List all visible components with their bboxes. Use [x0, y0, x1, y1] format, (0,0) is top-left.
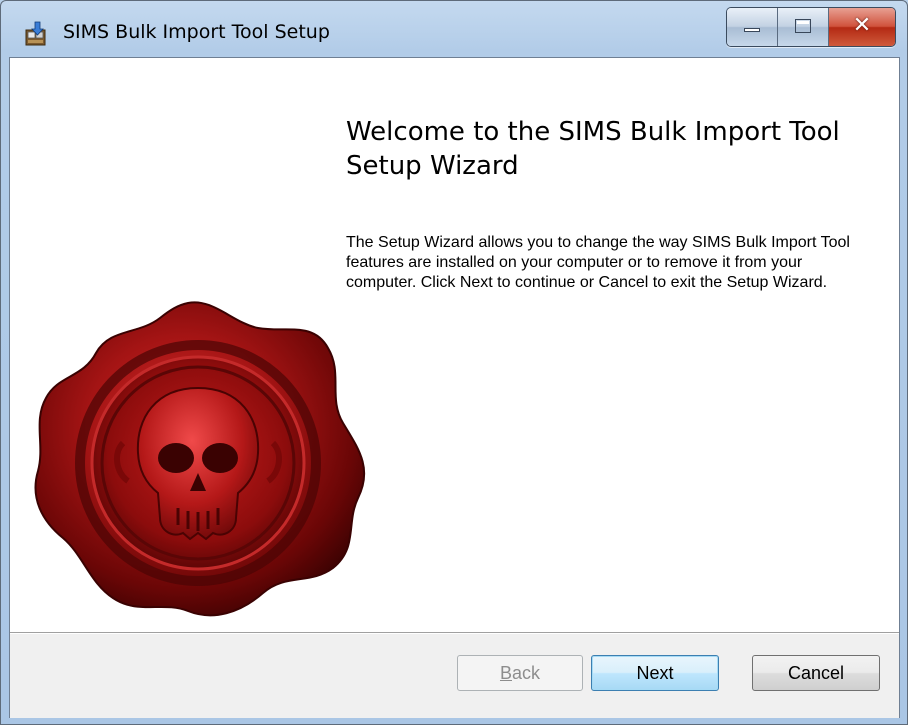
wizard-description: The Setup Wizard allows you to change th… — [346, 234, 850, 291]
wax-seal-skull-image — [34, 301, 366, 617]
maximize-icon — [795, 19, 811, 33]
back-button[interactable]: Back — [457, 655, 583, 691]
caption-buttons: ✕ — [726, 7, 896, 47]
close-icon: ✕ — [852, 13, 872, 38]
title-bar[interactable]: SIMS Bulk Import Tool Setup ✕ — [1, 1, 907, 57]
close-button[interactable]: ✕ — [829, 8, 895, 46]
button-bar: Back Next Cancel — [10, 632, 899, 718]
next-button[interactable]: Next — [591, 655, 719, 691]
cancel-button[interactable]: Cancel — [752, 655, 880, 691]
next-label: Next — [636, 662, 674, 683]
setup-window: SIMS Bulk Import Tool Setup ✕ Welcome to… — [0, 0, 908, 725]
minimize-icon — [744, 28, 760, 32]
maximize-button[interactable] — [778, 8, 829, 46]
back-accelerator: B — [499, 662, 512, 683]
wizard-heading: Welcome to the SIMS Bulk Import Tool Set… — [346, 117, 840, 181]
minimize-button[interactable] — [727, 8, 778, 46]
back-label-rest: ack — [512, 662, 541, 683]
window-title: SIMS Bulk Import Tool Setup — [63, 21, 330, 43]
wizard-panel: Welcome to the SIMS Bulk Import Tool Set… — [9, 57, 900, 718]
cancel-label: Cancel — [787, 662, 845, 683]
installer-icon — [25, 21, 46, 46]
